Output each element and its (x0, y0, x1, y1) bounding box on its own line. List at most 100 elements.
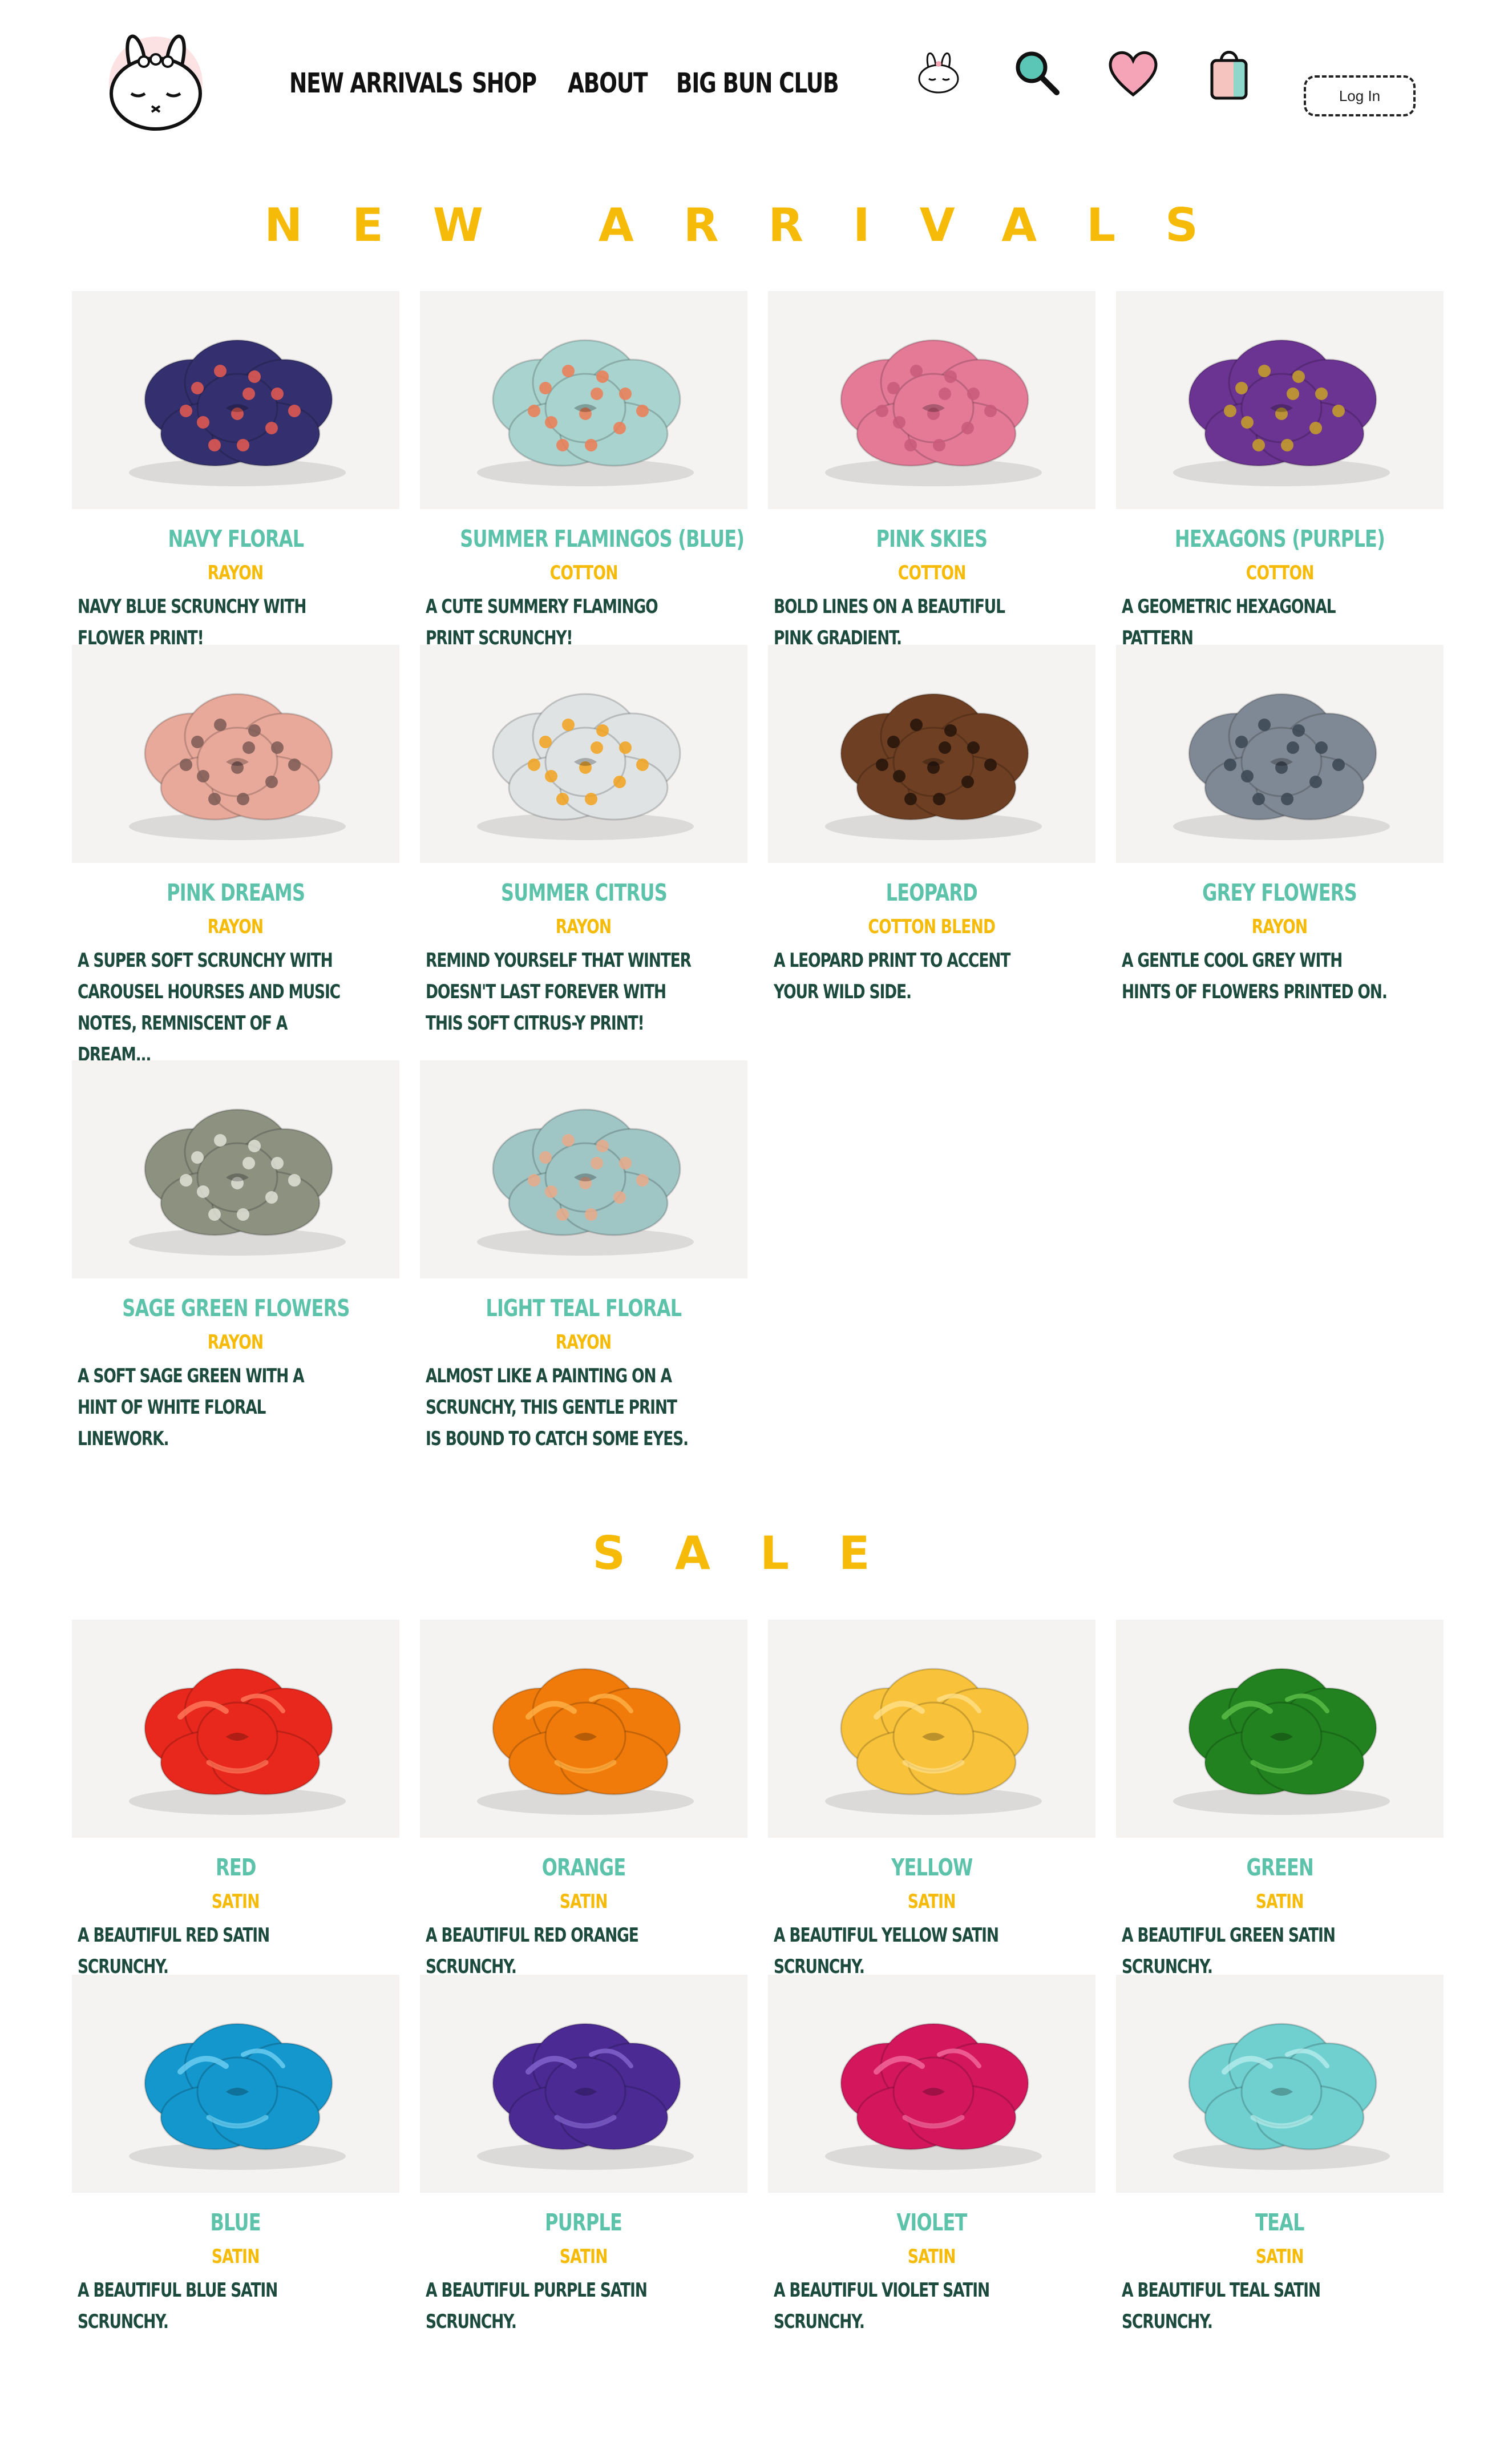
product-image[interactable] (72, 1060, 399, 1278)
product-name-link[interactable]: PURPLE (420, 2209, 747, 2236)
product-card[interactable]: PINK DREAMS RAYON A SUPER SOFT SCRUNCHY WI… (72, 645, 399, 1071)
product-name-link[interactable]: VIOLET (768, 2209, 1095, 2236)
product-card[interactable]: LEOPARD COTTON BLEND A LEOPARD PRINT TO AC… (768, 645, 1095, 1008)
product-name-link[interactable]: BLUE (72, 2209, 399, 2236)
product-card[interactable]: PURPLE SATIN A BEAUTIFUL PURPLE SATIN SCRU… (420, 1975, 747, 2338)
nav-new-arrivals[interactable]: NEW ARRIVALS (289, 67, 463, 99)
product-image[interactable] (768, 645, 1095, 863)
product-description: A BEAUTIFUL BLUE SATIN SCRUNCHY. (78, 2279, 278, 2333)
new-arrivals-title: NEW ARRIVALS (264, 199, 1248, 252)
product-material: RAYON (208, 1331, 264, 1354)
product-material: RAYON (208, 562, 264, 584)
nav-shop[interactable]: SHOP (472, 67, 547, 99)
product-image[interactable] (72, 1975, 399, 2193)
product-description: A BEAUTIFUL VIOLET SATIN SCRUNCHY. (774, 2279, 990, 2333)
product-description: A GENTLE COOL GREY WITH HINTS OF FLOWERS… (1122, 949, 1388, 1003)
nav-about[interactable]: ABOUT (568, 67, 652, 99)
product-description: A BEAUTIFUL GREEN SATIN SCRUNCHY. (1122, 1924, 1336, 1978)
product-description: ALMOST LIKE A PAINTING ON A SCRUNCHY, TH… (426, 1365, 689, 1450)
product-card[interactable]: BLUE SATIN A BEAUTIFUL BLUE SATIN SCRUNCHY… (72, 1975, 399, 2338)
product-material: SATIN (1256, 1890, 1304, 1913)
product-material: SATIN (908, 1890, 956, 1913)
product-material: SATIN (560, 1890, 608, 1913)
product-image[interactable] (72, 1620, 399, 1838)
product-card[interactable]: PINK SKIES COTTON BOLD LINES ON A BEAUTIFU… (768, 291, 1095, 654)
product-image[interactable] (420, 291, 747, 509)
product-name-link[interactable]: TEAL (1116, 2209, 1444, 2236)
product-material: RAYON (1252, 915, 1308, 938)
product-name-link[interactable]: GREEN (1116, 1854, 1444, 1881)
product-name-link[interactable]: HEXAGONS (PURPLE) (1116, 525, 1444, 552)
product-image[interactable] (1116, 1975, 1444, 2193)
product-name-link[interactable]: NAVY FLORAL (72, 525, 399, 552)
product-material: SATIN (212, 1890, 260, 1913)
product-name-link[interactable]: PINK DREAMS (72, 879, 399, 906)
product-image[interactable] (420, 1060, 747, 1278)
heart-icon[interactable] (1106, 48, 1161, 99)
product-name-link[interactable]: LEOPARD (768, 879, 1095, 906)
product-image[interactable] (1116, 645, 1444, 863)
product-image[interactable] (420, 645, 747, 863)
product-material: SATIN (560, 2245, 608, 2268)
product-card[interactable]: NAVY FLORAL RAYON NAVY BLUE SCRUNCHY WITH … (72, 291, 399, 654)
product-name-link[interactable]: SUMMER FLAMINGOS (BLUE) (420, 525, 747, 552)
product-card[interactable]: RED SATIN A BEAUTIFUL RED SATIN SCRUNCHY. (72, 1620, 399, 1983)
login-button[interactable]: Log In (1304, 75, 1416, 116)
product-name-link[interactable]: ORANGE (420, 1854, 747, 1881)
site-header: NEW ARRIVALS SHOP ABOUT BIG BUN CLUB Log… (0, 0, 1512, 166)
search-icon[interactable] (1011, 47, 1062, 98)
product-description: A BEAUTIFUL PURPLE SATIN SCRUNCHY. (426, 2279, 648, 2333)
product-image[interactable] (72, 645, 399, 863)
nav-big-bun-club[interactable]: BIG BUN CLUB (676, 67, 839, 99)
product-material: COTTON (549, 562, 618, 584)
bunny-account-icon[interactable] (913, 46, 964, 97)
product-description: A BEAUTIFUL YELLOW SATIN SCRUNCHY. (774, 1924, 999, 1978)
product-description: A BEAUTIFUL RED ORANGE SCRUNCHY. (426, 1924, 639, 1978)
shopping-bag-icon[interactable] (1206, 46, 1252, 103)
product-card[interactable]: ORANGE SATIN A BEAUTIFUL RED ORANGE SCRUNC… (420, 1620, 747, 1983)
product-name-link[interactable]: YELLOW (768, 1854, 1095, 1881)
product-material: COTTON (898, 562, 967, 584)
product-image[interactable] (768, 291, 1095, 509)
product-image[interactable] (420, 1620, 747, 1838)
product-name-link[interactable]: SAGE GREEN FLOWERS (72, 1294, 399, 1322)
bunny-logo-icon[interactable] (96, 21, 216, 135)
product-material: RAYON (556, 915, 612, 938)
product-material: RAYON (208, 915, 264, 938)
product-material: COTTON (1246, 562, 1315, 584)
main-nav: NEW ARRIVALS SHOP ABOUT BIG BUN CLUB (289, 60, 847, 106)
product-card[interactable]: GREY FLOWERS RAYON A GENTLE COOL GREY WITH… (1116, 645, 1444, 1008)
product-card[interactable]: HEXAGONS (PURPLE) COTTON A GEOMETRIC HEXAG… (1116, 291, 1444, 654)
product-name-link[interactable]: PINK SKIES (768, 525, 1095, 552)
product-description: A BEAUTIFUL RED SATIN SCRUNCHY. (78, 1924, 270, 1978)
product-image[interactable] (420, 1975, 747, 2193)
product-card[interactable]: LIGHT TEAL FLORAL RAYON ALMOST LIKE A PAIN… (420, 1060, 747, 1455)
product-image[interactable] (1116, 1620, 1444, 1838)
product-card[interactable]: VIOLET SATIN A BEAUTIFUL VIOLET SATIN SCRU… (768, 1975, 1095, 2338)
product-image[interactable] (768, 1620, 1095, 1838)
product-image[interactable] (1116, 291, 1444, 509)
product-material: SATIN (908, 2245, 956, 2268)
sale-title: SALE (592, 1527, 920, 1580)
product-image[interactable] (768, 1975, 1095, 2193)
product-card[interactable]: SUMMER CITRUS RAYON REMIND YOURSELF THAT W… (420, 645, 747, 1039)
product-material: SATIN (1256, 2245, 1304, 2268)
product-card[interactable]: SAGE GREEN FLOWERS RAYON A SOFT SAGE GREEN… (72, 1060, 399, 1455)
product-card[interactable]: YELLOW SATIN A BEAUTIFUL YELLOW SATIN SCRU… (768, 1620, 1095, 1983)
product-description: A LEOPARD PRINT TO ACCENT YOUR WILD SIDE… (774, 949, 1010, 1003)
product-material: SATIN (212, 2245, 260, 2268)
product-name-link[interactable]: LIGHT TEAL FLORAL (420, 1294, 747, 1322)
product-description: REMIND YOURSELF THAT WINTER DOESN'T LAST… (426, 949, 692, 1035)
product-name-link[interactable]: RED (72, 1854, 399, 1881)
product-material: RAYON (556, 1331, 612, 1354)
product-description: A SOFT SAGE GREEN WITH A HINT OF WHITE F… (78, 1365, 305, 1450)
product-card[interactable]: TEAL SATIN A BEAUTIFUL TEAL SATIN SCRUNCHY… (1116, 1975, 1444, 2338)
product-card[interactable]: SUMMER FLAMINGOS (BLUE) COTTON A CUTE SUMM… (420, 291, 747, 654)
product-name-link[interactable]: GREY FLOWERS (1116, 879, 1444, 906)
product-description: A BEAUTIFUL TEAL SATIN SCRUNCHY. (1122, 2279, 1321, 2333)
product-image[interactable] (72, 291, 399, 509)
product-material: COTTON BLEND (868, 915, 996, 938)
product-description: A SUPER SOFT SCRUNCHY WITH CAROUSEL HOUR… (78, 949, 341, 1066)
product-card[interactable]: GREEN SATIN A BEAUTIFUL GREEN SATIN SCRUNC… (1116, 1620, 1444, 1983)
product-name-link[interactable]: SUMMER CITRUS (420, 879, 747, 906)
